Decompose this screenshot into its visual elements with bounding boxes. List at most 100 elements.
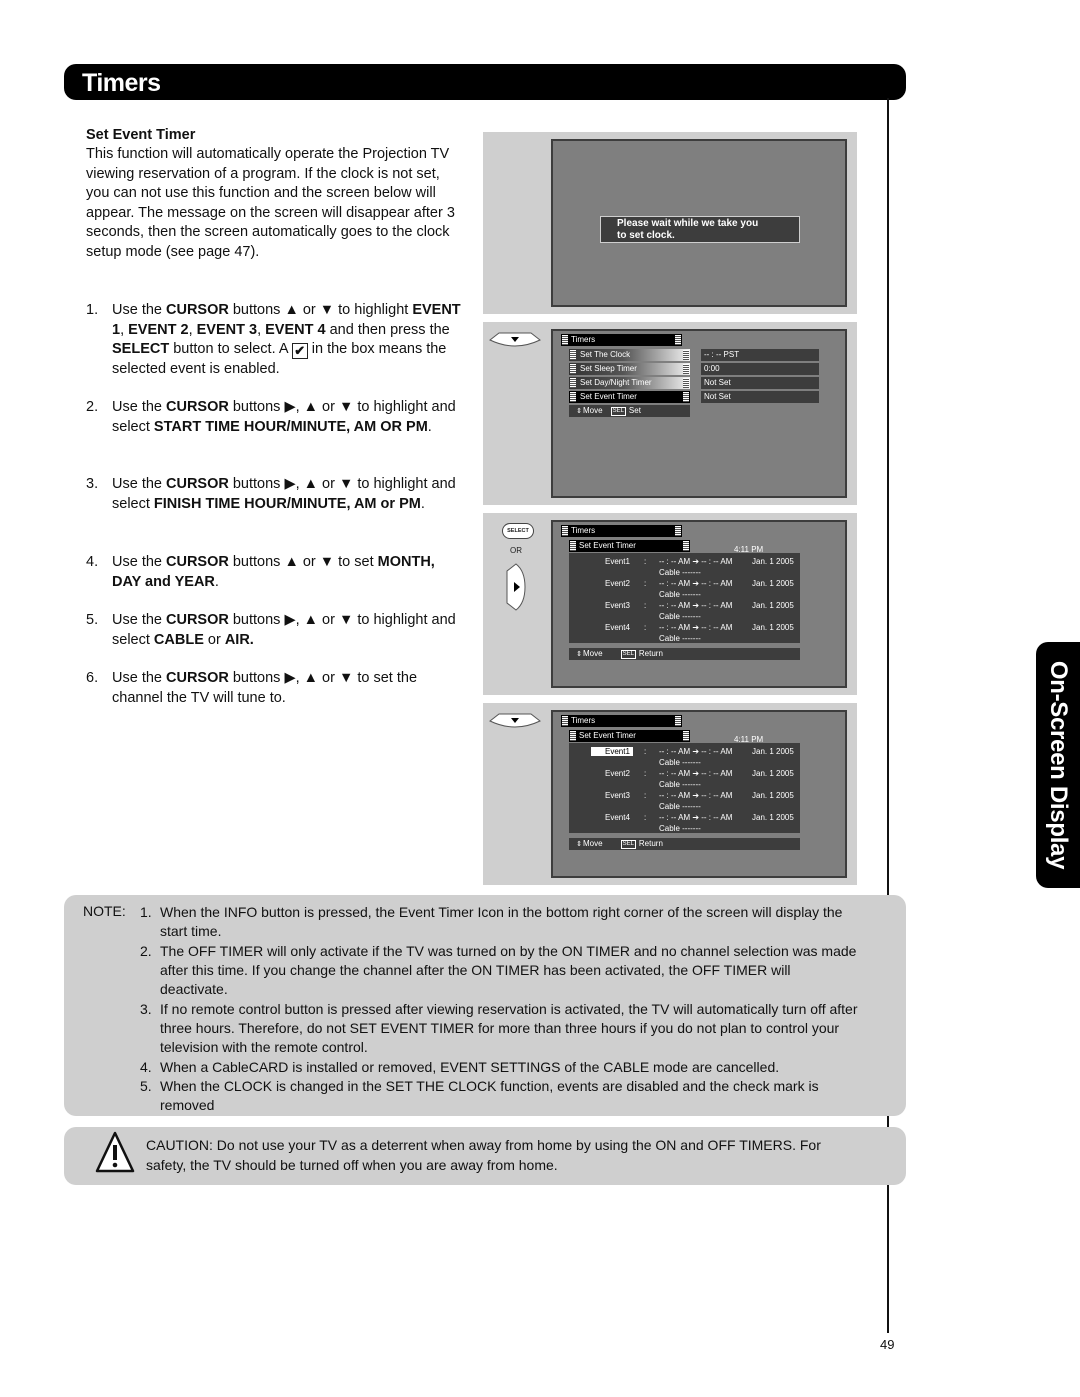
step-number: 1.: [86, 302, 99, 318]
caution-text: CAUTION: Do not use your TV as a deterre…: [146, 1137, 821, 1173]
value-set-the-clock: -- : -- PST: [701, 349, 819, 361]
menu-title: Timers: [561, 715, 682, 727]
event-colon: :: [644, 601, 647, 610]
event-colon: :: [644, 813, 647, 822]
screen-clock-not-set: Please wait while we take you to set clo…: [483, 132, 857, 314]
event-row[interactable]: Event2: -- : -- AM ➔ -- : -- AM Jan. 1 200…: [569, 768, 800, 790]
event-source: Cable -------: [659, 634, 701, 643]
note-text: When the INFO button is pressed, the Eve…: [160, 904, 843, 939]
menu-title: Timers: [561, 334, 682, 346]
submenu-title: Set Event Timer: [569, 540, 690, 552]
event-name: Event1: [605, 557, 630, 566]
clock-message-box: Please wait while we take you to set clo…: [600, 216, 800, 243]
event-source: Cable -------: [659, 802, 701, 811]
sel-key-icon: SEL: [620, 650, 636, 659]
hint-return: Return: [638, 839, 663, 848]
event-row[interactable]: Event2: -- : -- AM ➔ -- : -- AM Jan. 1 200…: [569, 578, 800, 600]
event-colon: :: [644, 579, 647, 588]
value-set-sleep-timer: 0:00: [701, 363, 819, 375]
or-label: OR: [510, 546, 522, 555]
event-time-range: -- : -- AM ➔ -- : -- AM: [659, 813, 733, 822]
sel-key-icon: SEL: [610, 407, 626, 416]
event-time-range: -- : -- AM ➔ -- : -- AM: [659, 769, 733, 778]
screen-event1-highlighted: Timers Set Event Timer 4:11 PM Event1: --…: [483, 703, 857, 885]
note-text: When a CableCARD is installed or removed…: [160, 1059, 780, 1075]
hint-move: Move: [583, 839, 603, 848]
move-arrows-icon: ⇕: [576, 408, 582, 415]
note-item: 3. If no remote control button is pressed…: [140, 1000, 860, 1057]
event-name: Event3: [605, 601, 630, 610]
event-row[interactable]: Event3: -- : -- AM ➔ -- : -- AM Jan. 1 200…: [569, 790, 800, 812]
sel-key-icon: SEL: [620, 840, 636, 849]
event-row[interactable]: Event1: -- : -- AM ➔ -- : -- AM Jan. 1 200…: [569, 556, 800, 578]
event-date: Jan. 1 2005: [752, 579, 794, 588]
event-time-range: -- : -- AM ➔ -- : -- AM: [659, 601, 733, 610]
hint-bar: ⇕Move SEL Return: [569, 648, 800, 660]
step-4: 4. Use the CURSOR buttons ▲ or ▼ to set M…: [86, 553, 466, 592]
message-line-2: to set clock.: [617, 230, 675, 241]
note-number: 3.: [140, 1001, 152, 1017]
menu-item-set-day-night-timer[interactable]: Set Day/Night Timer: [569, 377, 690, 389]
event-name: Event2: [605, 579, 630, 588]
event-row[interactable]: Event4: -- : -- AM ➔ -- : -- AM Jan. 1 200…: [569, 622, 800, 644]
event-colon: :: [644, 747, 647, 756]
hint-move: Move: [583, 649, 603, 658]
step-number: 2.: [86, 399, 99, 415]
note-item: 2. The OFF TIMER will only activate if th…: [140, 942, 860, 999]
event-name: Event4: [605, 813, 630, 822]
checkbox-icon: ✔: [291, 343, 308, 359]
event-time-range: -- : -- AM ➔ -- : -- AM: [659, 557, 733, 566]
event-source: Cable -------: [659, 590, 701, 599]
menu-title: Timers: [561, 525, 682, 537]
note-text: When the CLOCK is changed in the SET THE…: [160, 1078, 819, 1113]
hint-return: Return: [638, 649, 663, 658]
event-name: Event2: [605, 769, 630, 778]
hint-bar: ⇕Move SEL Set: [569, 405, 690, 417]
event-source: Cable -------: [659, 568, 701, 577]
step-text: Use the CURSOR buttons ▶, ▲ or ▼ to high…: [112, 476, 456, 512]
step-2: 2. Use the CURSOR buttons ▶, ▲ or ▼ to hi…: [86, 398, 466, 437]
value-set-event-timer: Not Set: [701, 391, 819, 403]
step-text: Use the CURSOR buttons ▲ or ▼ to highlig…: [112, 302, 461, 377]
note-number: 5.: [140, 1078, 152, 1094]
step-text: Use the CURSOR buttons ▶, ▲ or ▼ to high…: [112, 612, 456, 648]
cursor-right-button-icon: [506, 563, 526, 611]
event-row[interactable]: Event1: -- : -- AM ➔ -- : -- AM Jan. 1 200…: [569, 746, 800, 768]
section-side-tab: On-Screen Display: [1036, 642, 1080, 888]
event-list: Event1: -- : -- AM ➔ -- : -- AM Jan. 1 200…: [569, 553, 800, 643]
event-date: Jan. 1 2005: [752, 623, 794, 632]
event-source: Cable -------: [659, 612, 701, 621]
event-row[interactable]: Event4: -- : -- AM ➔ -- : -- AM Jan. 1 200…: [569, 812, 800, 834]
note-text: The OFF TIMER will only activate if the …: [160, 943, 857, 997]
select-button-icon: SELECT: [502, 523, 534, 539]
hint-bar: ⇕Move SEL Return: [569, 838, 800, 850]
menu-item-set-the-clock[interactable]: Set The Clock: [569, 349, 690, 361]
step-text: Use the CURSOR buttons ▶, ▲ or ▼ to set …: [112, 670, 418, 706]
note-label: NOTE:: [83, 903, 126, 919]
intro-paragraph: This function will automatically operate…: [86, 146, 455, 260]
tv-screen: Timers Set The Clock -- : -- PST Set Sle…: [551, 329, 847, 498]
event-date: Jan. 1 2005: [752, 791, 794, 800]
menu-item-set-event-timer[interactable]: Set Event Timer: [569, 391, 690, 403]
step-number: 5.: [86, 612, 99, 628]
event-date: Jan. 1 2005: [752, 557, 794, 566]
menu-item-set-sleep-timer[interactable]: Set Sleep Timer: [569, 363, 690, 375]
event-time-range: -- : -- AM ➔ -- : -- AM: [659, 791, 733, 800]
screen-timers-menu: Timers Set The Clock -- : -- PST Set Sle…: [483, 322, 857, 505]
event-source: Cable -------: [659, 758, 701, 767]
value-set-day-night-timer: Not Set: [701, 377, 819, 389]
note-number: 2.: [140, 943, 152, 959]
event-row[interactable]: Event3: -- : -- AM ➔ -- : -- AM Jan. 1 200…: [569, 600, 800, 622]
step-number: 3.: [86, 476, 99, 492]
event-date: Jan. 1 2005: [752, 601, 794, 610]
event-source: Cable -------: [659, 780, 701, 789]
event-time-range: -- : -- AM ➔ -- : -- AM: [659, 623, 733, 632]
side-tab-label: On-Screen Display: [1045, 660, 1072, 870]
event-source: Cable -------: [659, 824, 701, 833]
page-number: 49: [880, 1337, 895, 1352]
note-item: 4. When a CableCARD is installed or remov…: [140, 1058, 860, 1077]
event-time-range: -- : -- AM ➔ -- : -- AM: [659, 579, 733, 588]
event-name: Event3: [605, 791, 630, 800]
event-colon: :: [644, 557, 647, 566]
event-name: Event4: [605, 623, 630, 632]
